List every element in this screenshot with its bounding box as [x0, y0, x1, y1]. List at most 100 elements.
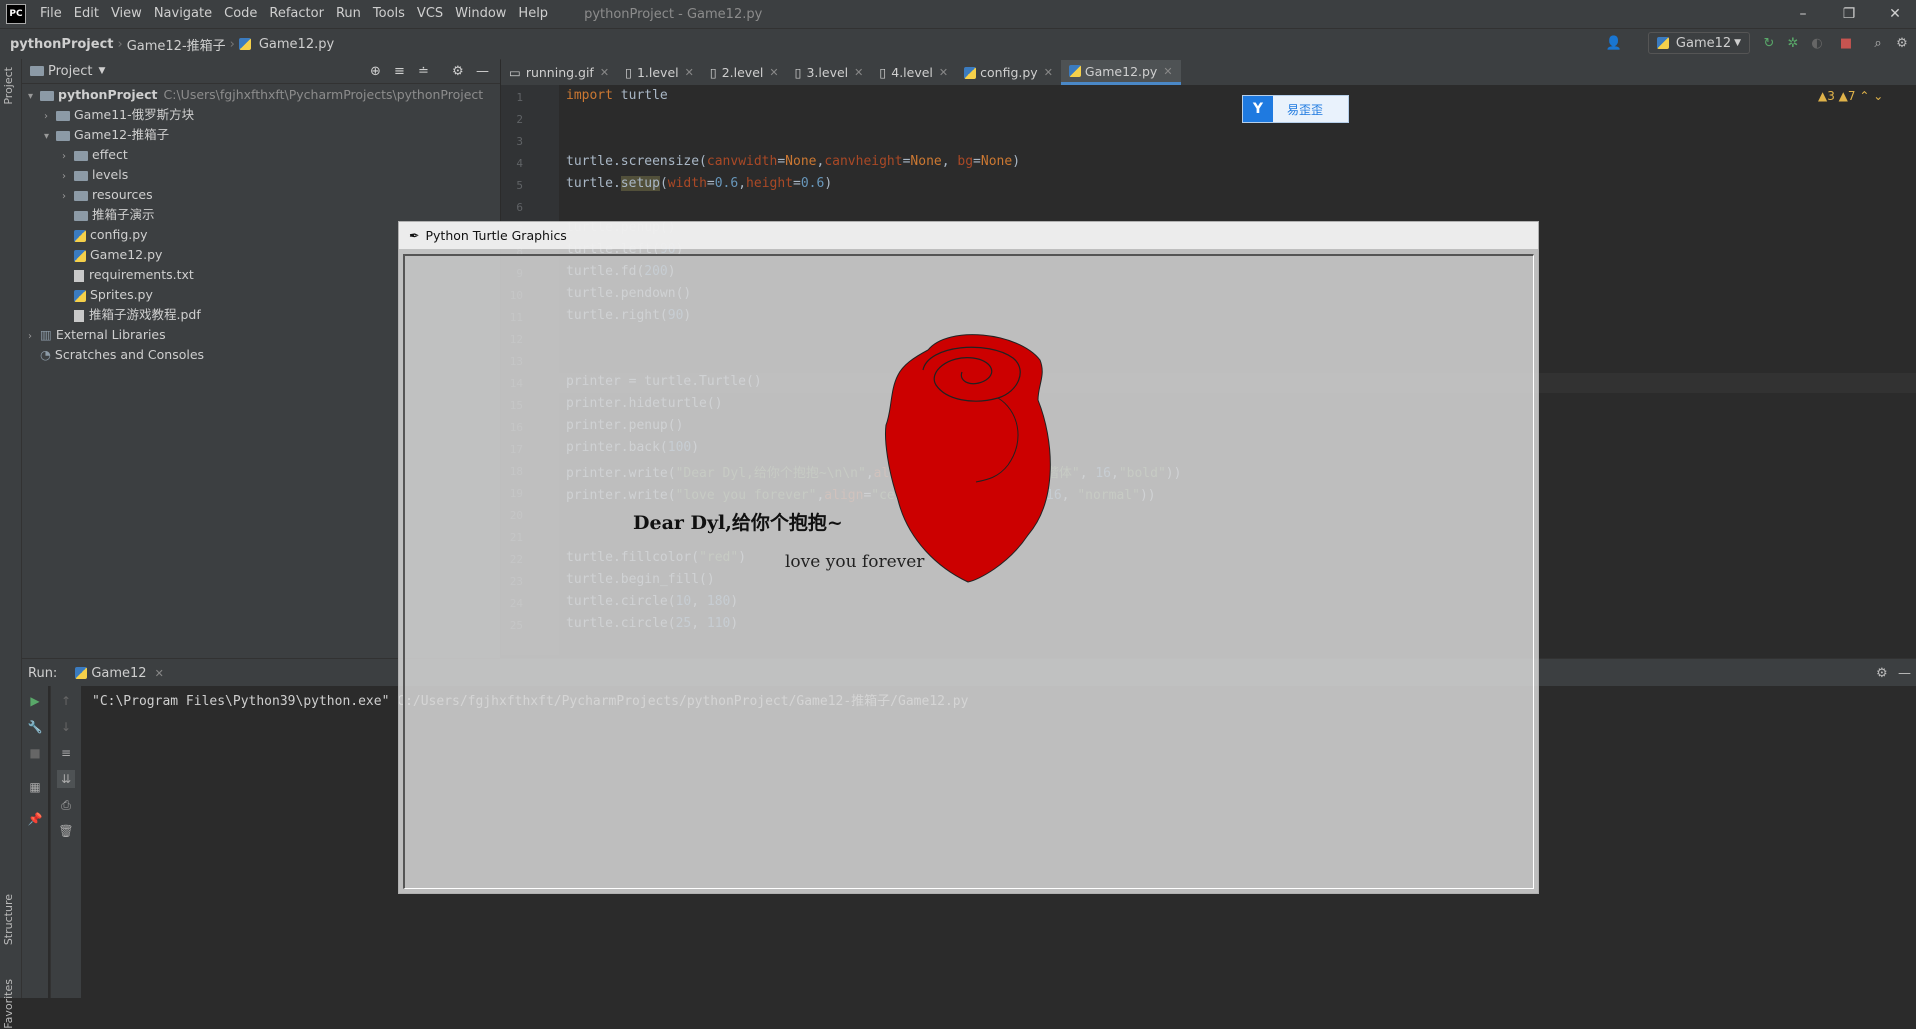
tree-item-effect[interactable]: › effect: [62, 145, 128, 165]
expand-all-icon[interactable]: ≡: [394, 64, 405, 79]
chevron-right-icon[interactable]: ›: [62, 147, 74, 167]
menu-view[interactable]: View: [105, 0, 148, 28]
folder-icon: [74, 190, 88, 201]
close-tab-icon[interactable]: ✕: [854, 66, 863, 79]
close-button[interactable]: ✕: [1872, 0, 1916, 28]
close-tab-icon[interactable]: ✕: [939, 66, 948, 79]
user-icon[interactable]: 👤: [1606, 35, 1622, 51]
collapse-all-icon[interactable]: ≐: [418, 64, 429, 79]
restore-button[interactable]: ❐: [1826, 0, 1872, 28]
close-tab-icon[interactable]: ✕: [769, 66, 778, 79]
breadcrumb-folder[interactable]: Game12-推箱子: [123, 35, 230, 54]
scroll-to-end-icon[interactable]: ⇊: [57, 770, 75, 788]
trash-icon[interactable]: 🗑: [57, 822, 75, 840]
tree-item-levels[interactable]: › levels: [62, 165, 128, 185]
debug-icon[interactable]: ✲: [1785, 35, 1801, 51]
tree-item-resources[interactable]: › resources: [62, 185, 153, 205]
turtle-window-titlebar[interactable]: ✒ Python Turtle Graphics: [399, 222, 1538, 249]
tree-item-demo[interactable]: 推箱子演示: [74, 205, 155, 225]
print-icon[interactable]: ⎙: [57, 796, 75, 814]
tree-item-tutorial-pdf[interactable]: 推箱子游戏教程.pdf: [74, 305, 201, 325]
pin-icon[interactable]: 📌: [26, 810, 44, 828]
tab-2-level[interactable]: ▯ 2.level ✕: [702, 60, 787, 85]
tree-label: Game12.py: [90, 247, 163, 262]
tree-item-game11[interactable]: › Game11-俄罗斯方块: [44, 105, 194, 125]
layout-icon[interactable]: ▦: [26, 778, 44, 796]
project-view-select[interactable]: Project: [48, 64, 92, 79]
tab-running-gif[interactable]: ▭ running.gif ✕: [501, 60, 617, 85]
input-method-widget[interactable]: Y 易歪歪: [1242, 95, 1349, 123]
hide-icon[interactable]: —: [1898, 666, 1911, 681]
run-config-select[interactable]: Game12 ▼: [1648, 32, 1750, 54]
chevron-right-icon[interactable]: ›: [62, 187, 74, 207]
tree-item-game12[interactable]: ▾ Game12-推箱子: [44, 125, 169, 145]
tab-structure[interactable]: Structure: [2, 894, 15, 945]
close-tab-icon[interactable]: ✕: [1044, 66, 1053, 79]
menu-refactor[interactable]: Refactor: [263, 0, 330, 28]
tree-item-project[interactable]: ▾ pythonProject C:\Users\fgjhxfthxft\Pycha…: [28, 85, 483, 105]
chevron-right-icon[interactable]: ›: [44, 107, 56, 127]
folder-icon: [30, 66, 44, 76]
inspection-warnings[interactable]: ▲3 ▲7 ⌃ ⌄: [1818, 89, 1883, 103]
window-title: pythonProject - Game12.py: [584, 6, 763, 22]
tree-item-external-libraries[interactable]: › ▥ External Libraries: [28, 325, 166, 345]
breadcrumb-file[interactable]: Game12.py: [255, 37, 338, 52]
menu-help[interactable]: Help: [512, 0, 554, 28]
menu-file[interactable]: File: [34, 0, 68, 28]
gear-icon[interactable]: ⚙: [1894, 35, 1910, 51]
chevron-down-icon[interactable]: ▾: [28, 87, 40, 107]
close-tab-icon[interactable]: ✕: [685, 66, 694, 79]
coverage-icon[interactable]: ◐: [1809, 35, 1825, 51]
menu-run[interactable]: Run: [330, 0, 367, 28]
soft-wrap-icon[interactable]: ≡: [57, 744, 75, 762]
chevron-down-icon[interactable]: ▼: [98, 66, 105, 76]
left-tool-strip: Project Structure Favorites: [0, 59, 22, 1029]
tab-favorites[interactable]: Favorites: [2, 979, 15, 1029]
tab-1-level[interactable]: ▯ 1.level ✕: [617, 60, 702, 85]
tree-item-game12-py[interactable]: Game12.py: [74, 245, 162, 265]
rerun-icon[interactable]: ↻: [1761, 35, 1777, 51]
gear-icon[interactable]: ⚙: [452, 64, 464, 79]
minimize-button[interactable]: –: [1780, 0, 1826, 28]
breadcrumb-project[interactable]: pythonProject: [0, 37, 118, 52]
tree-item-requirements[interactable]: requirements.txt: [74, 265, 194, 285]
wrench-icon[interactable]: 🔧: [26, 718, 44, 736]
search-icon[interactable]: ⌕: [1870, 35, 1886, 51]
hide-icon[interactable]: —: [476, 64, 489, 79]
chevron-down-icon[interactable]: ▾: [44, 127, 56, 147]
editor-tab-bar: ▭ running.gif ✕ ▯ 1.level ✕ ▯ 2.level ✕ ▯ 3.lev…: [501, 59, 1916, 86]
stop-icon[interactable]: ■: [1838, 35, 1854, 51]
chevron-right-icon[interactable]: ›: [28, 327, 40, 347]
tab-game12-py[interactable]: Game12.py ✕: [1060, 60, 1181, 85]
close-tab-icon[interactable]: ✕: [600, 66, 609, 79]
python-file-icon: [74, 289, 86, 302]
chevron-right-icon[interactable]: ›: [62, 167, 74, 187]
tab-project[interactable]: Project: [2, 67, 15, 105]
stop-icon[interactable]: ■: [26, 744, 44, 762]
menu-code[interactable]: Code: [218, 0, 263, 28]
run-icon[interactable]: ▶: [26, 692, 44, 710]
tab-4-level[interactable]: ▯ 4.level ✕: [871, 60, 956, 85]
menu-vcs[interactable]: VCS: [411, 0, 449, 28]
tree-item-scratches[interactable]: ◔ Scratches and Consoles: [40, 345, 204, 365]
scratches-icon: ◔: [40, 347, 51, 362]
menu-navigate[interactable]: Navigate: [148, 0, 218, 28]
arrow-up-icon[interactable]: ↑: [57, 692, 75, 710]
menu-edit[interactable]: Edit: [68, 0, 105, 28]
tab-3-level[interactable]: ▯ 3.level ✕: [787, 60, 872, 85]
run-tab[interactable]: Game12: [91, 666, 146, 681]
line-number: 1: [516, 91, 523, 104]
locate-icon[interactable]: ⊕: [370, 64, 381, 79]
tab-config-py[interactable]: config.py ✕: [956, 60, 1061, 85]
tree-item-config[interactable]: config.py: [74, 225, 148, 245]
line-number: 6: [516, 201, 523, 214]
tree-item-sprites[interactable]: Sprites.py: [74, 285, 153, 305]
close-tab-icon[interactable]: ✕: [1163, 65, 1172, 78]
close-tab-icon[interactable]: ✕: [155, 667, 164, 680]
menu-window[interactable]: Window: [449, 0, 512, 28]
arrow-down-icon[interactable]: ↓: [57, 718, 75, 736]
line-number: 5: [516, 179, 523, 192]
menu-tools[interactable]: Tools: [367, 0, 411, 28]
gear-icon[interactable]: ⚙: [1876, 666, 1888, 681]
tree-path: C:\Users\fgjhxfthxft\PycharmProjects\pyt…: [163, 87, 484, 102]
